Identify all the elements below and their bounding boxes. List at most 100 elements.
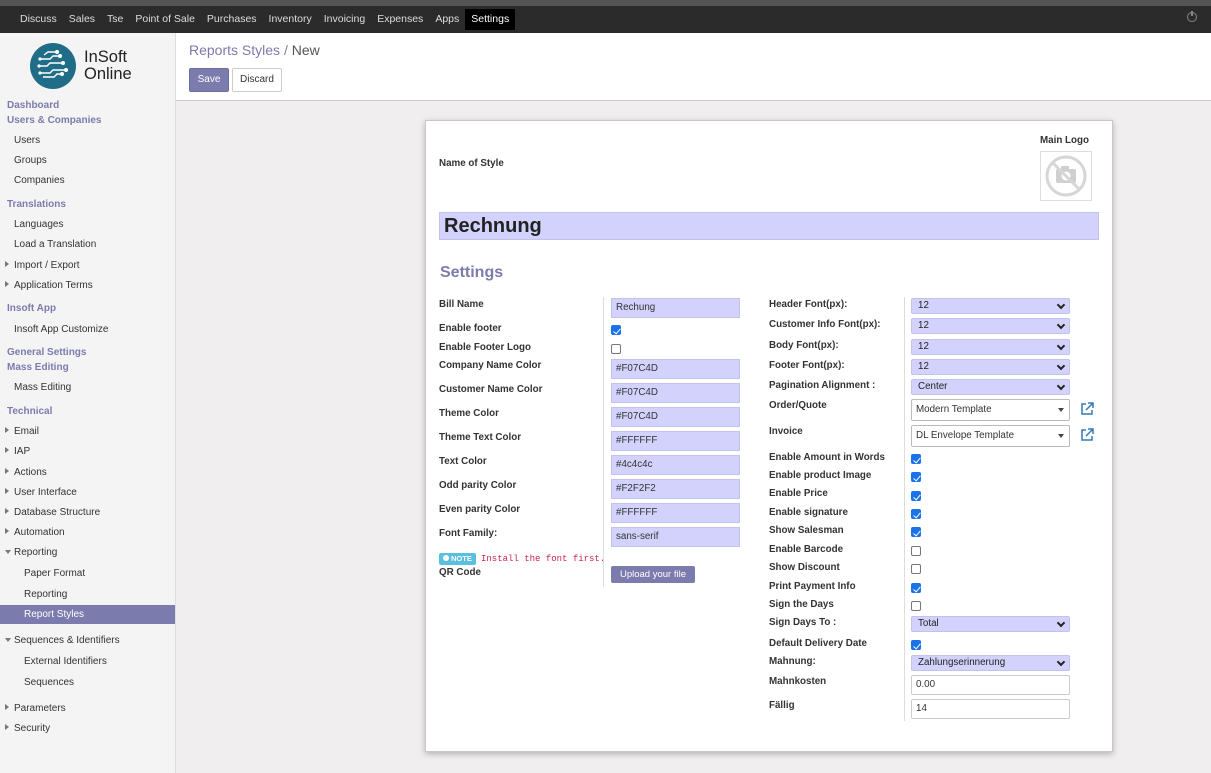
sidebar-item-actions[interactable]: Actions [5, 467, 190, 478]
left-divider [603, 297, 604, 587]
chevron-down-icon [1056, 341, 1066, 351]
sidebar-item-languages[interactable]: Languages [14, 219, 190, 230]
logo-mark-icon [30, 43, 76, 89]
default-delivery-date-checkbox[interactable] [911, 640, 921, 650]
sidebar-item-reporting[interactable]: Reporting [5, 547, 190, 558]
external-link-icon[interactable] [1080, 402, 1094, 416]
caret-right-icon [5, 508, 9, 514]
show-salesman-checkbox[interactable] [911, 527, 921, 537]
enable-product-image-checkbox[interactable] [911, 472, 921, 482]
header-font-select[interactable]: 12 [911, 298, 1070, 314]
sidebar-insoft-app[interactable]: Insoft App [7, 303, 183, 314]
power-icon[interactable] [1187, 11, 1197, 22]
mahnung-select[interactable]: Zahlungserinnerung [911, 655, 1070, 671]
show-discount-checkbox[interactable] [911, 564, 921, 574]
sidebar-item-paper-format[interactable]: Paper Format [24, 568, 200, 579]
enable-signature-checkbox[interactable] [911, 509, 921, 519]
print-payment-info-checkbox[interactable] [911, 583, 921, 593]
body-font-select[interactable]: 12 [911, 339, 1070, 355]
sidebar-item-groups[interactable]: Groups [14, 155, 190, 166]
company-name-color-label: Company Name Color [439, 360, 542, 371]
company-name-color-input[interactable]: #F07C4D [611, 359, 740, 379]
faellig-input[interactable]: 14 [911, 699, 1070, 719]
enable-footer-logo-checkbox[interactable] [611, 344, 621, 354]
sidebar-item-load-translation[interactable]: Load a Translation [14, 239, 190, 250]
menu-discuss[interactable]: Discuss [14, 9, 63, 30]
invoice-template-select[interactable]: DL Envelope Template [911, 425, 1070, 447]
sidebar-item-parameters[interactable]: Parameters [5, 703, 190, 714]
sidebar-item-application-terms[interactable]: Application Terms [5, 280, 190, 291]
bill-name-input[interactable]: Rechung [611, 298, 740, 318]
menu-inventory[interactable]: Inventory [263, 9, 318, 30]
sidebar-item-companies[interactable]: Companies [14, 175, 190, 186]
sidebar-mass-editing-header[interactable]: Mass Editing [7, 362, 183, 373]
menu-sales[interactable]: Sales [63, 9, 101, 30]
sidebar-item-security[interactable]: Security [5, 723, 190, 734]
sidebar-technical[interactable]: Technical [7, 406, 183, 417]
customer-info-font-select[interactable]: 12 [911, 318, 1070, 334]
sidebar-item-automation[interactable]: Automation [5, 527, 190, 538]
default-delivery-date-label: Default Delivery Date [769, 638, 868, 649]
save-button[interactable]: Save [189, 68, 229, 92]
sidebar-translations[interactable]: Translations [7, 199, 183, 210]
menu-apps[interactable]: Apps [429, 9, 465, 30]
enable-product-image-label: Enable product Image [769, 470, 872, 481]
mahnkosten-input[interactable]: 0.00 [911, 675, 1070, 695]
sign-the-days-checkbox[interactable] [911, 601, 921, 611]
menu-expenses[interactable]: Expenses [371, 9, 429, 30]
sidebar-item-sequences-identifiers[interactable]: Sequences & Identifiers [5, 635, 190, 646]
sidebar-item-reporting-sub[interactable]: Reporting [24, 589, 200, 600]
label: Reporting [14, 547, 58, 558]
menu-purchases[interactable]: Purchases [201, 9, 263, 30]
sidebar-item-report-styles[interactable]: Report Styles [24, 609, 200, 620]
even-parity-color-input[interactable]: #FFFFFF [611, 503, 740, 523]
sidebar-dashboard[interactable]: Dashboard [7, 100, 183, 111]
sign-days-to-select[interactable]: Total [911, 616, 1070, 632]
sidebar-users-companies[interactable]: Users & Companies [7, 115, 183, 126]
breadcrumb-parent[interactable]: Reports Styles [189, 42, 280, 58]
sidebar-item-database-structure[interactable]: Database Structure [5, 507, 190, 518]
menu-settings[interactable]: Settings [465, 9, 516, 30]
value: 12 [918, 300, 929, 311]
sidebar-item-email[interactable]: Email [5, 426, 190, 437]
theme-text-color-input[interactable]: #FFFFFF [611, 431, 740, 451]
menu-point-of-sale[interactable]: Point of Sale [129, 9, 201, 30]
customer-name-color-input[interactable]: #F07C4D [611, 383, 740, 403]
font-family-input[interactable]: sans-serif [611, 527, 740, 547]
text-color-input[interactable]: #4c4c4c [611, 455, 740, 475]
upload-file-button[interactable]: Upload your file [611, 566, 695, 583]
sidebar-item-users[interactable]: Users [14, 135, 190, 146]
sidebar-item-insoft-app-customize[interactable]: Insoft App Customize [14, 324, 190, 335]
sidebar-item-sequences[interactable]: Sequences [24, 677, 200, 688]
enable-footer-checkbox[interactable] [611, 325, 621, 335]
enable-amount-words-checkbox[interactable] [911, 454, 921, 464]
caret-down-icon [1058, 408, 1064, 412]
footer-font-select[interactable]: 12 [911, 359, 1070, 375]
sidebar-item-user-interface[interactable]: User Interface [5, 487, 190, 498]
enable-barcode-checkbox[interactable] [911, 546, 921, 556]
print-payment-info-label: Print Payment Info [769, 581, 856, 592]
main-logo-upload[interactable] [1040, 151, 1092, 201]
external-link-icon[interactable] [1080, 428, 1094, 442]
menu-invoicing[interactable]: Invoicing [318, 9, 371, 30]
enable-price-checkbox[interactable] [911, 491, 921, 501]
sidebar-item-iap[interactable]: IAP [5, 446, 190, 457]
theme-color-input[interactable]: #F07C4D [611, 407, 740, 427]
sidebar-item-external-identifiers[interactable]: External Identifiers [24, 656, 200, 667]
discard-button[interactable]: Discard [232, 68, 282, 92]
odd-parity-color-input[interactable]: #F2F2F2 [611, 479, 740, 499]
style-name-field[interactable]: Rechnung [439, 212, 1099, 240]
logo-line2: Online [84, 65, 132, 83]
even-parity-color-label: Even parity Color [439, 504, 521, 515]
caret-right-icon [5, 281, 9, 287]
sidebar-item-mass-editing[interactable]: Mass Editing [14, 382, 190, 393]
info-icon [443, 555, 449, 561]
sidebar-item-import-export[interactable]: Import / Export [5, 260, 190, 271]
menu-tse[interactable]: Tse [101, 9, 129, 30]
bill-name-label: Bill Name [439, 299, 484, 310]
pagination-alignment-select[interactable]: Center [911, 379, 1070, 395]
customer-name-color-label: Customer Name Color [439, 384, 543, 395]
sidebar-general-settings[interactable]: General Settings [7, 347, 183, 358]
enable-footer-logo-label: Enable Footer Logo [439, 342, 531, 353]
order-quote-select[interactable]: Modern Template [911, 399, 1070, 421]
